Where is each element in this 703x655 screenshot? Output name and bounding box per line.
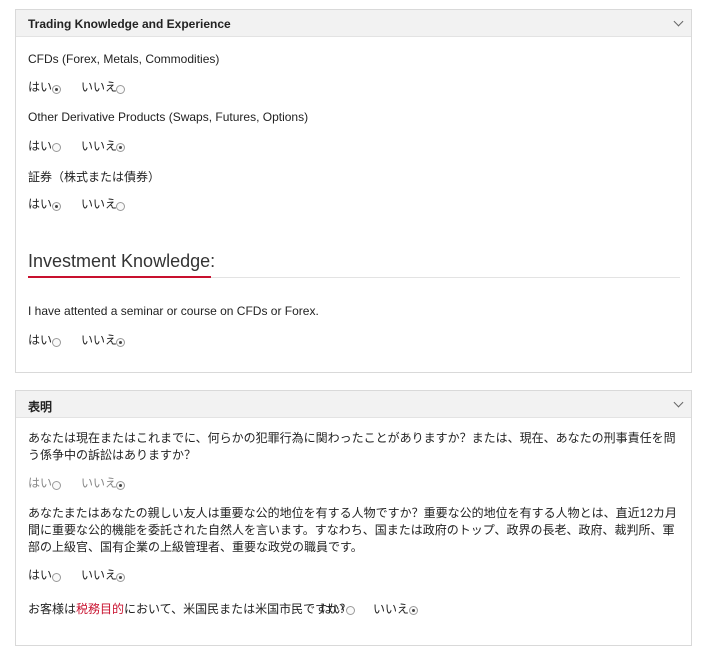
chevron-down-icon[interactable] [673,16,684,27]
chevron-down-icon[interactable] [673,397,684,408]
question-pep: あなたまたはあなたの親しい友人は重要な公的地位を有する人物ですか？重要な公的地位… [28,506,677,554]
radio-yes-us-person[interactable] [346,606,355,615]
tax-purpose-link: 税務目的 [76,602,125,616]
radio-no-seminar[interactable] [116,338,125,347]
radio-yes-seminar[interactable] [52,338,61,347]
option-no-label: いいえ [81,197,118,211]
trading-knowledge-header[interactable]: Trading Knowledge and Experience [16,10,691,37]
option-no-label: いいえ [81,476,118,490]
heading-underline [28,276,211,278]
radio-no-securities[interactable] [116,202,125,211]
radio-no-cfds[interactable] [116,85,125,94]
investment-knowledge-heading: Investment Knowledge: [28,251,216,271]
radio-no-criminal[interactable] [116,481,125,490]
question-us-person: お客様は税務目的において、米国民または米国市民ですか？ [28,600,351,617]
option-yes-label: はい [321,602,346,616]
question-suffix: において、米国民または米国市民ですか？ [124,602,352,616]
declarations-header[interactable]: 表明 [16,391,691,418]
option-yes-label: はい [28,568,53,582]
radio-yes-criminal[interactable] [52,481,61,490]
option-yes-label: はい [28,197,53,211]
radio-no-derivatives[interactable] [116,143,125,152]
radio-no-us-person[interactable] [409,606,418,615]
option-yes-label: はい [28,476,53,490]
radio-no-pep[interactable] [116,573,125,582]
panel-title: Trading Knowledge and Experience [28,17,231,31]
option-yes-label: はい [28,80,53,94]
question-securities: 証券（株式または債券） [28,170,161,184]
question-seminar: I have attented a seminar or course on C… [28,304,319,318]
question-cfds: CFDs (Forex, Metals, Commodities) [28,52,220,66]
radio-yes-derivatives[interactable] [52,143,61,152]
option-no-label: いいえ [81,80,118,94]
panel-title: 表明 [28,400,53,414]
option-no-label: いいえ [81,568,118,582]
radio-yes-securities[interactable] [52,202,61,211]
radio-yes-pep[interactable] [52,573,61,582]
option-yes-label: はい [28,139,53,153]
question-prefix: お客様は [28,602,77,616]
option-no-label: いいえ [81,139,118,153]
option-no-label: いいえ [81,333,118,347]
question-criminal: あなたは現在またはこれまでに、何らかの犯罪行為に関わったことがありますか？または… [28,431,676,462]
trading-knowledge-panel: Trading Knowledge and Experience CFDs (F… [15,9,692,373]
question-derivatives: Other Derivative Products (Swaps, Future… [28,110,309,124]
option-yes-label: はい [28,333,53,347]
option-no-label: いいえ [373,602,410,616]
radio-yes-cfds[interactable] [52,85,61,94]
declarations-panel: 表明 あなたは現在またはこれまでに、何らかの犯罪行為に関わったことがありますか？… [15,390,692,646]
